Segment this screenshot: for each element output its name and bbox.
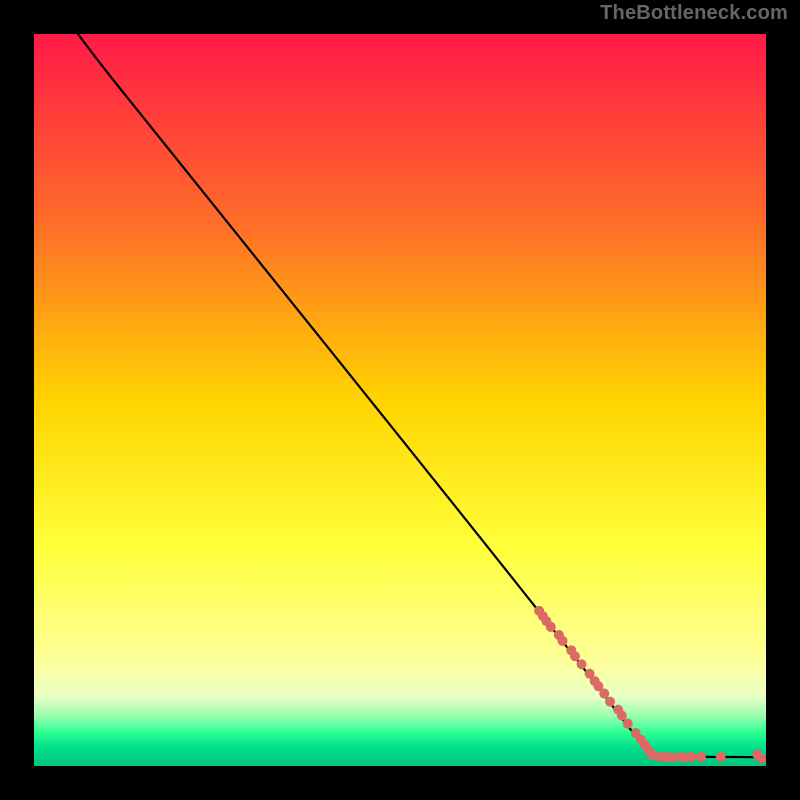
chart-svg <box>34 34 766 766</box>
scatter-point <box>546 622 556 632</box>
scatter-point <box>617 710 627 720</box>
scatter-point <box>623 719 633 729</box>
scatter-point <box>716 751 726 761</box>
scatter-point <box>756 753 766 763</box>
scatter-point <box>686 751 696 761</box>
watermark-text: TheBottleneck.com <box>600 2 788 25</box>
scatter-point <box>558 636 568 646</box>
scatter-point <box>696 751 706 761</box>
chart-plot-area <box>32 32 768 768</box>
scatter-point <box>570 651 580 661</box>
scatter-point <box>605 697 615 707</box>
scatter-point <box>599 689 609 699</box>
scatter-point <box>577 659 587 669</box>
chart-gradient-background <box>34 34 766 766</box>
